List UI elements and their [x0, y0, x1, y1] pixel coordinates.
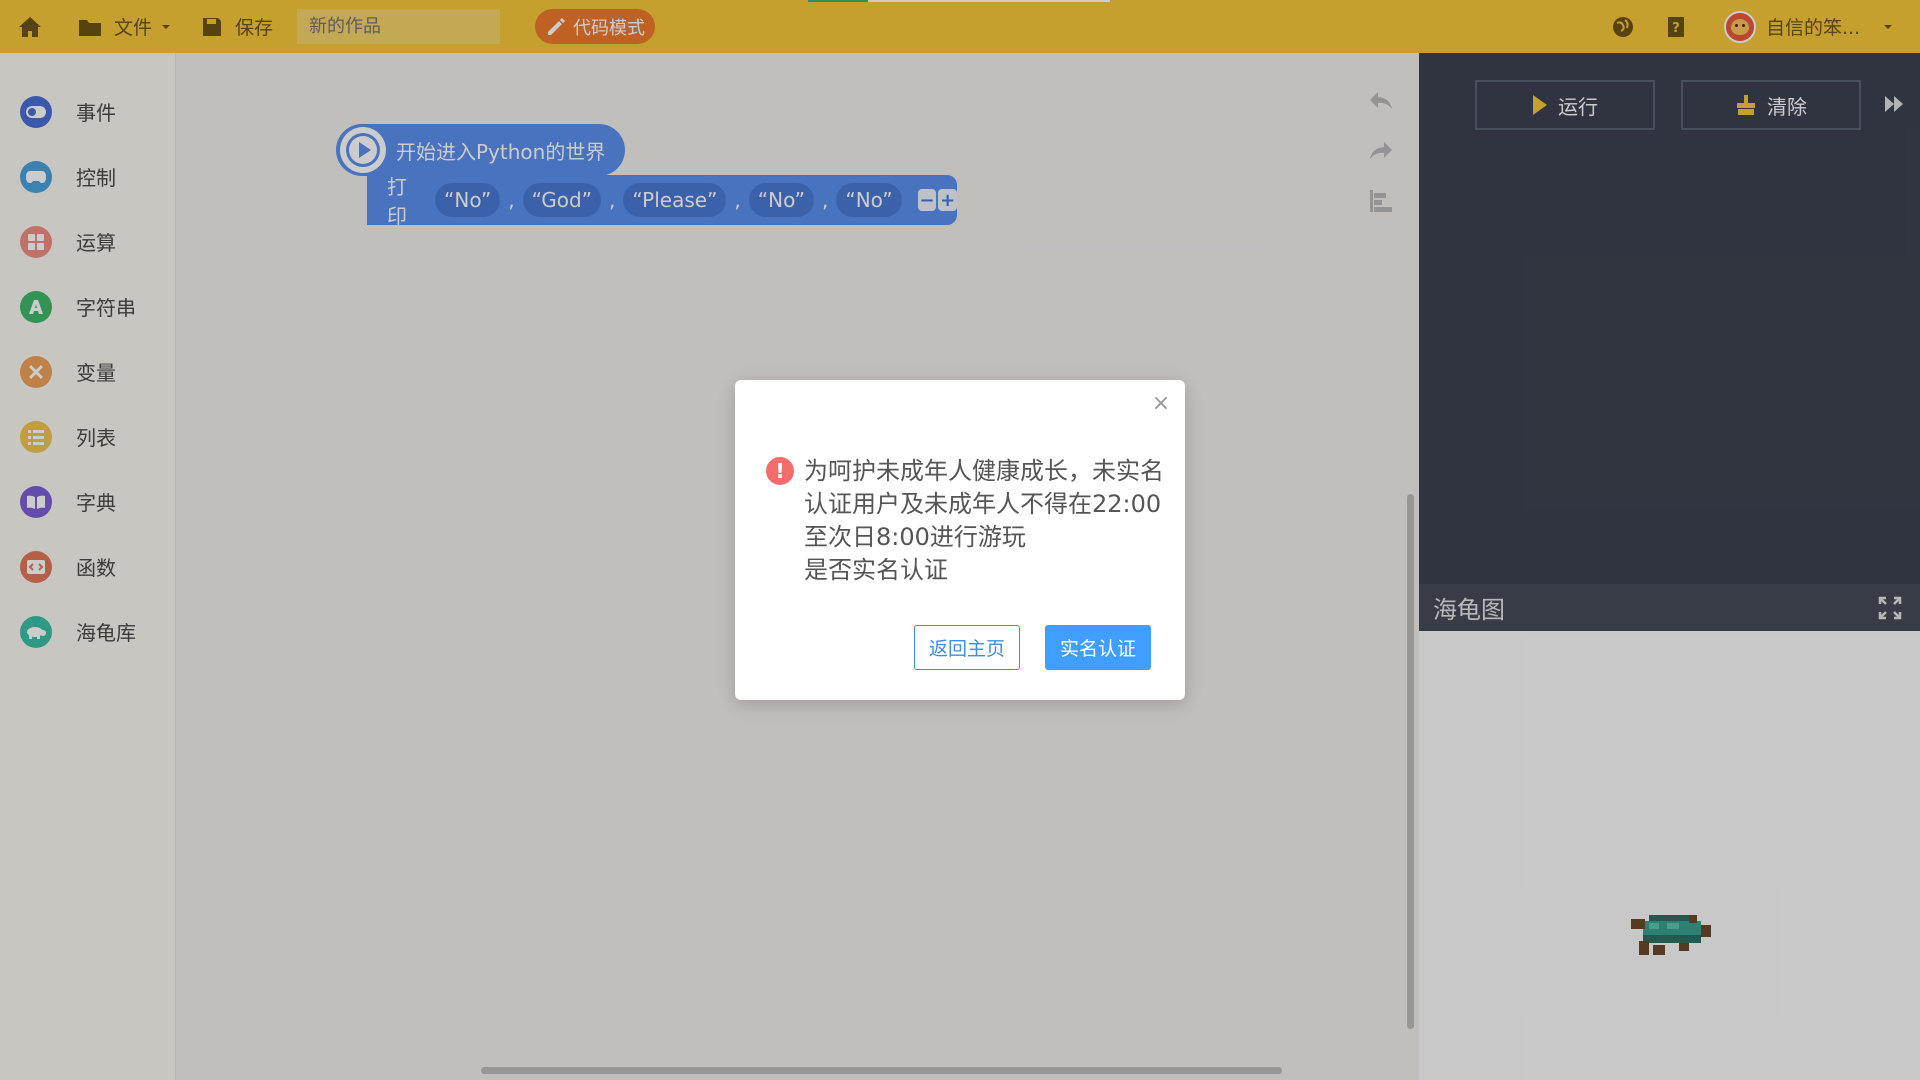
- real-name-verification-dialog: × ! 为呵护未成年人健康成长，未实名认证用户及未成年人不得在22:00至次日8…: [735, 380, 1185, 700]
- dialog-message-line: 为呵护未成年人健康成长，未实名认证用户及未成年人不得在22:00至次日8:00进…: [804, 457, 1164, 551]
- close-icon[interactable]: ×: [1151, 393, 1171, 415]
- warning-icon: !: [766, 457, 794, 485]
- return-home-button[interactable]: 返回主页: [914, 625, 1021, 670]
- dialog-message: 为呵护未成年人健康成长，未实名认证用户及未成年人不得在22:00至次日8:00进…: [804, 455, 1174, 587]
- verify-identity-button[interactable]: 实名认证: [1045, 625, 1152, 670]
- dialog-question: 是否实名认证: [804, 556, 948, 584]
